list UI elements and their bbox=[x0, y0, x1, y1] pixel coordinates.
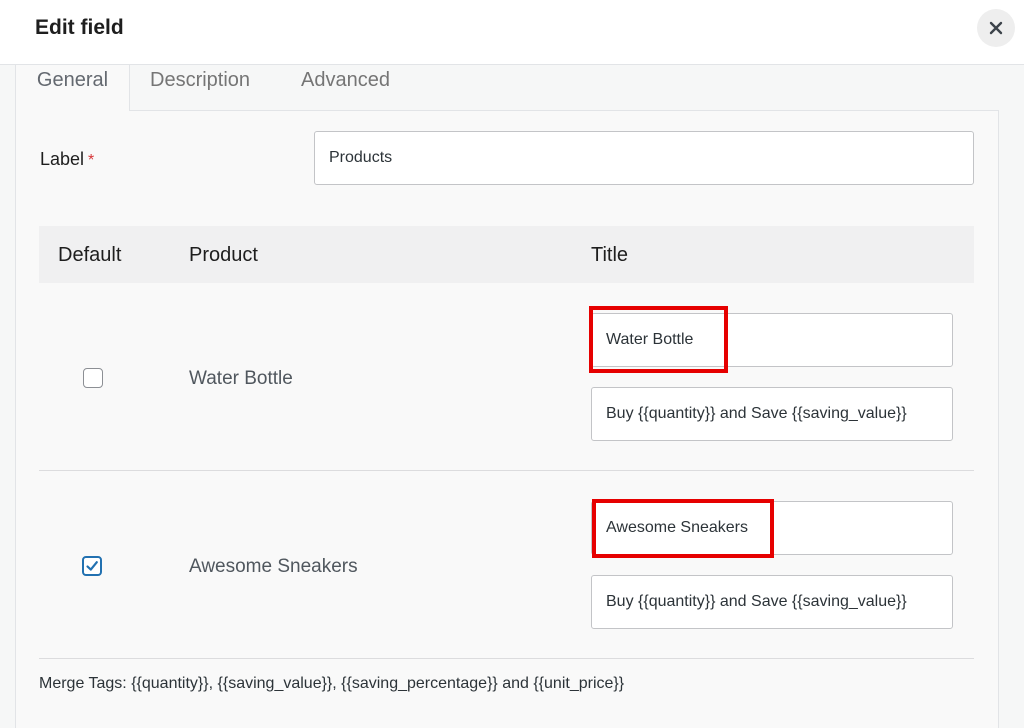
column-header-product: Product bbox=[189, 244, 258, 266]
label-field-label-text: Label bbox=[40, 149, 85, 169]
required-mark: * bbox=[88, 152, 95, 169]
close-icon bbox=[989, 21, 1003, 35]
checkmark-icon bbox=[86, 561, 98, 571]
table-header bbox=[39, 226, 974, 283]
tab-description[interactable]: Description bbox=[150, 65, 250, 111]
dialog-header: Edit field bbox=[0, 0, 1024, 65]
product-name-awesome-sneakers: Awesome Sneakers bbox=[189, 556, 358, 577]
row-divider bbox=[39, 470, 974, 471]
merge-tags-help: Merge Tags: {{quantity}}, {{saving_value… bbox=[39, 675, 625, 692]
default-checkbox-water-bottle[interactable] bbox=[83, 368, 103, 388]
tab-advanced[interactable]: Advanced bbox=[301, 65, 390, 111]
table-bottom-divider bbox=[39, 658, 974, 659]
product-name-water-bottle: Water Bottle bbox=[189, 368, 293, 389]
subtitle-input-awesome-sneakers[interactable] bbox=[591, 575, 953, 629]
subtitle-input-water-bottle[interactable] bbox=[591, 387, 953, 441]
tab-general[interactable]: General bbox=[15, 65, 130, 111]
default-checkbox-awesome-sneakers[interactable] bbox=[82, 556, 102, 576]
column-header-default: Default bbox=[58, 244, 122, 266]
close-button[interactable] bbox=[977, 9, 1015, 47]
label-input[interactable] bbox=[314, 131, 974, 185]
label-field-label: Label * bbox=[40, 149, 94, 170]
title-input-awesome-sneakers[interactable] bbox=[591, 501, 953, 555]
column-header-title: Title bbox=[591, 244, 629, 266]
dialog-title: Edit field bbox=[35, 16, 124, 39]
title-input-water-bottle[interactable] bbox=[591, 313, 953, 367]
